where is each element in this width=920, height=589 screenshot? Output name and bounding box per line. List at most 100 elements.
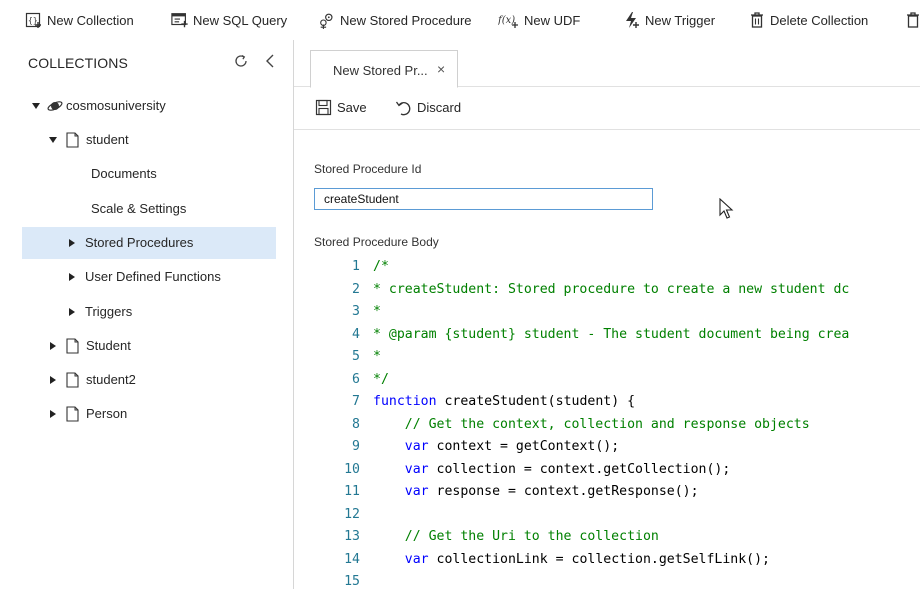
- tree-database-cosmosuniversity[interactable]: cosmosuniversity: [22, 90, 276, 122]
- code-line[interactable]: 15: [334, 571, 373, 589]
- code-line[interactable]: 1 /*: [334, 256, 389, 278]
- caret-right-icon: [50, 410, 56, 418]
- delete-collection-label: Delete Collection: [770, 12, 869, 28]
- scale-settings-label: Scale & Settings: [91, 201, 187, 216]
- code-line[interactable]: 13 // Get the Uri to the collection: [334, 526, 659, 548]
- caret-right-icon: [69, 273, 75, 281]
- caret-right-icon: [50, 342, 56, 350]
- code-line[interactable]: 7 function createStudent(student) {: [334, 391, 635, 413]
- code-line[interactable]: 9 var context = getContext();: [334, 436, 619, 458]
- new-udf-button[interactable]: f(x) New UDF: [498, 10, 580, 30]
- refresh-icon[interactable]: [233, 53, 249, 69]
- tree-collection-Student[interactable]: Student: [22, 330, 276, 362]
- line-number: 5: [352, 349, 360, 364]
- new-udf-label: New UDF: [524, 12, 581, 28]
- overflow-command-button[interactable]: [904, 10, 920, 30]
- tree-collection-student2[interactable]: student2: [22, 364, 276, 396]
- code-text: *: [373, 349, 381, 364]
- database-icon: [47, 101, 63, 111]
- code-line[interactable]: 12: [334, 504, 373, 526]
- new-stored-procedure-icon: [318, 11, 336, 29]
- new-trigger-button[interactable]: New Trigger: [623, 10, 715, 30]
- new-udf-icon: f(x): [498, 11, 520, 29]
- new-stored-procedure-button[interactable]: New Stored Procedure: [318, 10, 472, 30]
- collapse-pane-icon[interactable]: [263, 53, 277, 69]
- line-number: 12: [344, 506, 360, 522]
- trash-icon: [748, 11, 766, 29]
- line-number: 3: [352, 304, 360, 319]
- new-sql-query-button[interactable]: New SQL Query: [171, 10, 287, 30]
- tree-collection-person[interactable]: Person: [22, 398, 276, 430]
- document-icon: [66, 406, 79, 422]
- stored-procedure-body-label: Stored Procedure Body: [314, 235, 439, 249]
- new-trigger-icon: [623, 11, 641, 29]
- document-icon: [66, 338, 79, 354]
- stored-procedure-id-input[interactable]: [314, 188, 653, 210]
- line-number: 4: [352, 326, 360, 342]
- new-sql-query-label: New SQL Query: [193, 12, 288, 28]
- database-label: cosmosuniversity: [66, 98, 166, 113]
- documents-label: Documents: [91, 166, 157, 181]
- save-label: Save: [337, 99, 367, 115]
- save-button[interactable]: Save: [315, 97, 367, 117]
- caret-right-icon: [50, 376, 56, 384]
- code-line[interactable]: 6 */: [334, 369, 389, 391]
- code-text: function createStudent(student) {: [373, 394, 636, 409]
- trash-icon: [904, 11, 920, 29]
- editor-toolbar: Save Discard: [294, 87, 920, 130]
- line-number: 6: [352, 371, 360, 387]
- new-collection-icon: {}: [25, 11, 43, 29]
- stored-procedures-label: Stored Procedures: [85, 235, 194, 250]
- code-line[interactable]: 5 *: [334, 346, 381, 368]
- document-icon: [66, 372, 79, 388]
- svg-text:{}: {}: [28, 16, 38, 25]
- code-line[interactable]: 10 var collection = context.getCollectio…: [334, 459, 730, 481]
- tree-collection-student[interactable]: student: [22, 124, 276, 156]
- tab-label: New Stored Pr...: [333, 63, 428, 78]
- undo-icon: [395, 101, 411, 115]
- code-line[interactable]: 3 *: [334, 301, 381, 323]
- caret-right-icon: [69, 239, 75, 247]
- new-trigger-label: New Trigger: [645, 12, 716, 28]
- mouse-cursor-icon: [719, 198, 734, 219]
- code-line[interactable]: 11 var response = context.getResponse();: [334, 481, 699, 503]
- tab-new-stored-procedure[interactable]: New Stored Pr... ×: [310, 50, 458, 88]
- code-text: var response = context.getResponse();: [404, 484, 699, 499]
- code-line[interactable]: 4 * @param {student} student - The studen…: [334, 324, 849, 346]
- tree-item-user-defined-functions[interactable]: User Defined Functions: [22, 261, 276, 293]
- tree-item-triggers[interactable]: Triggers: [22, 296, 276, 328]
- code-text: * createStudent: Stored procedure to cre…: [373, 281, 850, 297]
- code-text: * @param {student} student - The student…: [373, 326, 850, 342]
- code-editor[interactable]: 1 /* 2 * createStudent: Stored procedure to…: [334, 256, 920, 589]
- collection-label: student: [86, 132, 129, 147]
- command-bar: {} New Collection New SQL Query New Stor…: [0, 0, 920, 40]
- close-icon[interactable]: ×: [437, 62, 445, 76]
- tree-item-stored-procedures[interactable]: Stored Procedures: [22, 227, 276, 259]
- discard-label: Discard: [417, 99, 462, 115]
- code-line[interactable]: 8 // Get the context, collection and res…: [334, 414, 810, 436]
- collection-label: Person: [86, 406, 128, 421]
- code-text: */: [373, 371, 389, 387]
- collection-label: Student: [86, 338, 131, 353]
- code-line[interactable]: 2 * createStudent: Stored procedure to cr…: [334, 279, 849, 301]
- tree-item-scale-settings[interactable]: Scale & Settings: [22, 193, 276, 225]
- line-number: 11: [344, 484, 360, 499]
- new-collection-button[interactable]: {} New Collection: [25, 10, 134, 30]
- tree-item-documents[interactable]: Documents: [22, 158, 276, 190]
- save-icon: [315, 99, 332, 115]
- new-collection-label: New Collection: [47, 12, 134, 28]
- line-number: 13: [344, 529, 360, 544]
- collections-header: COLLECTIONS: [28, 55, 128, 71]
- line-number: 7: [352, 394, 360, 409]
- delete-collection-button[interactable]: Delete Collection: [748, 10, 868, 30]
- document-icon: [66, 132, 79, 148]
- code-line[interactable]: 14 var collectionLink = collection.getSe…: [334, 549, 770, 571]
- code-text: // Get the context, collection and respo…: [373, 416, 810, 432]
- collection-label: student2: [86, 372, 136, 387]
- line-number: 10: [344, 461, 360, 477]
- line-number: 14: [344, 551, 360, 567]
- code-text: /*: [373, 259, 389, 274]
- discard-button[interactable]: Discard: [395, 97, 461, 117]
- caret-down-icon: [49, 137, 57, 143]
- code-text: // Get the Uri to the collection: [373, 529, 659, 544]
